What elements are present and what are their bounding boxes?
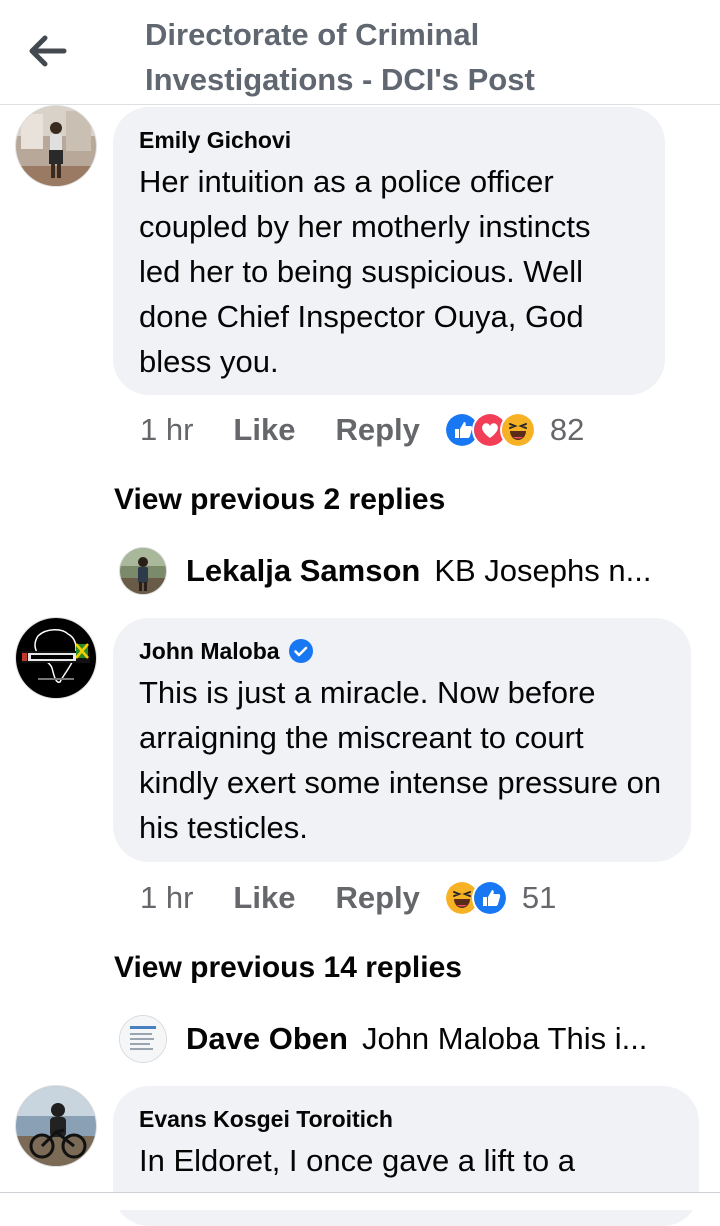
comment-bubble: John Maloba This is just a miracle. Now …: [113, 618, 691, 862]
like-button[interactable]: Like: [233, 880, 295, 916]
avatar[interactable]: [16, 106, 96, 186]
comment-time[interactable]: 1 hr: [140, 412, 193, 448]
avatar: [120, 548, 166, 594]
comment-actions: 1 hr Like Reply 82: [140, 408, 584, 452]
view-previous-replies[interactable]: View previous 2 replies: [114, 480, 445, 520]
comment-text: In Eldoret, I once gave a lift to a: [139, 1143, 575, 1178]
page-title: Directorate of Criminal Investigations -…: [145, 17, 535, 97]
reply-preview[interactable]: Lekalja Samson KB Josephs n...: [120, 546, 690, 596]
reply-author[interactable]: Dave Oben: [186, 1021, 348, 1057]
avatar: [120, 1016, 166, 1062]
avatar[interactable]: [16, 1086, 96, 1166]
reply-snippet: John Maloba This i...: [361, 1021, 648, 1056]
like-icon: [471, 880, 508, 916]
reply-author[interactable]: Lekalja Samson: [186, 553, 420, 589]
view-previous-replies[interactable]: View previous 14 replies: [114, 948, 462, 988]
comment-time[interactable]: 1 hr: [140, 880, 193, 916]
comment-author[interactable]: Emily Gichovi: [139, 125, 639, 155]
back-button[interactable]: [24, 30, 70, 72]
like-button[interactable]: Like: [233, 412, 295, 448]
avatar[interactable]: [16, 618, 96, 698]
reply-button[interactable]: Reply: [335, 880, 419, 916]
reaction-count[interactable]: 82: [550, 412, 584, 448]
bottom-bar: [0, 1192, 720, 1210]
comment-bubble: Emily Gichovi Her intuition as a police …: [113, 107, 665, 395]
post-header: Directorate of Criminal Investigations -…: [0, 0, 720, 105]
reply-button[interactable]: Reply: [335, 412, 419, 448]
verified-badge-icon: [288, 639, 313, 663]
reply-snippet: KB Josephs n...: [434, 553, 652, 588]
comment-actions: 1 hr Like Reply 51: [140, 876, 556, 920]
reaction-count[interactable]: 51: [522, 880, 556, 916]
comment-text: Her intuition as a police officer couple…: [139, 164, 591, 379]
arrow-left-icon: [29, 35, 67, 67]
comment-author[interactable]: John Maloba: [139, 636, 665, 666]
reply-preview[interactable]: Dave Oben John Maloba This i...: [120, 1014, 690, 1064]
comment-text: This is just a miracle. Now before arrai…: [139, 675, 662, 845]
comment-author[interactable]: Evans Kosgei Toroitich: [139, 1104, 673, 1134]
haha-icon: [499, 412, 536, 448]
reactions[interactable]: [443, 412, 536, 448]
reactions[interactable]: [443, 880, 508, 916]
